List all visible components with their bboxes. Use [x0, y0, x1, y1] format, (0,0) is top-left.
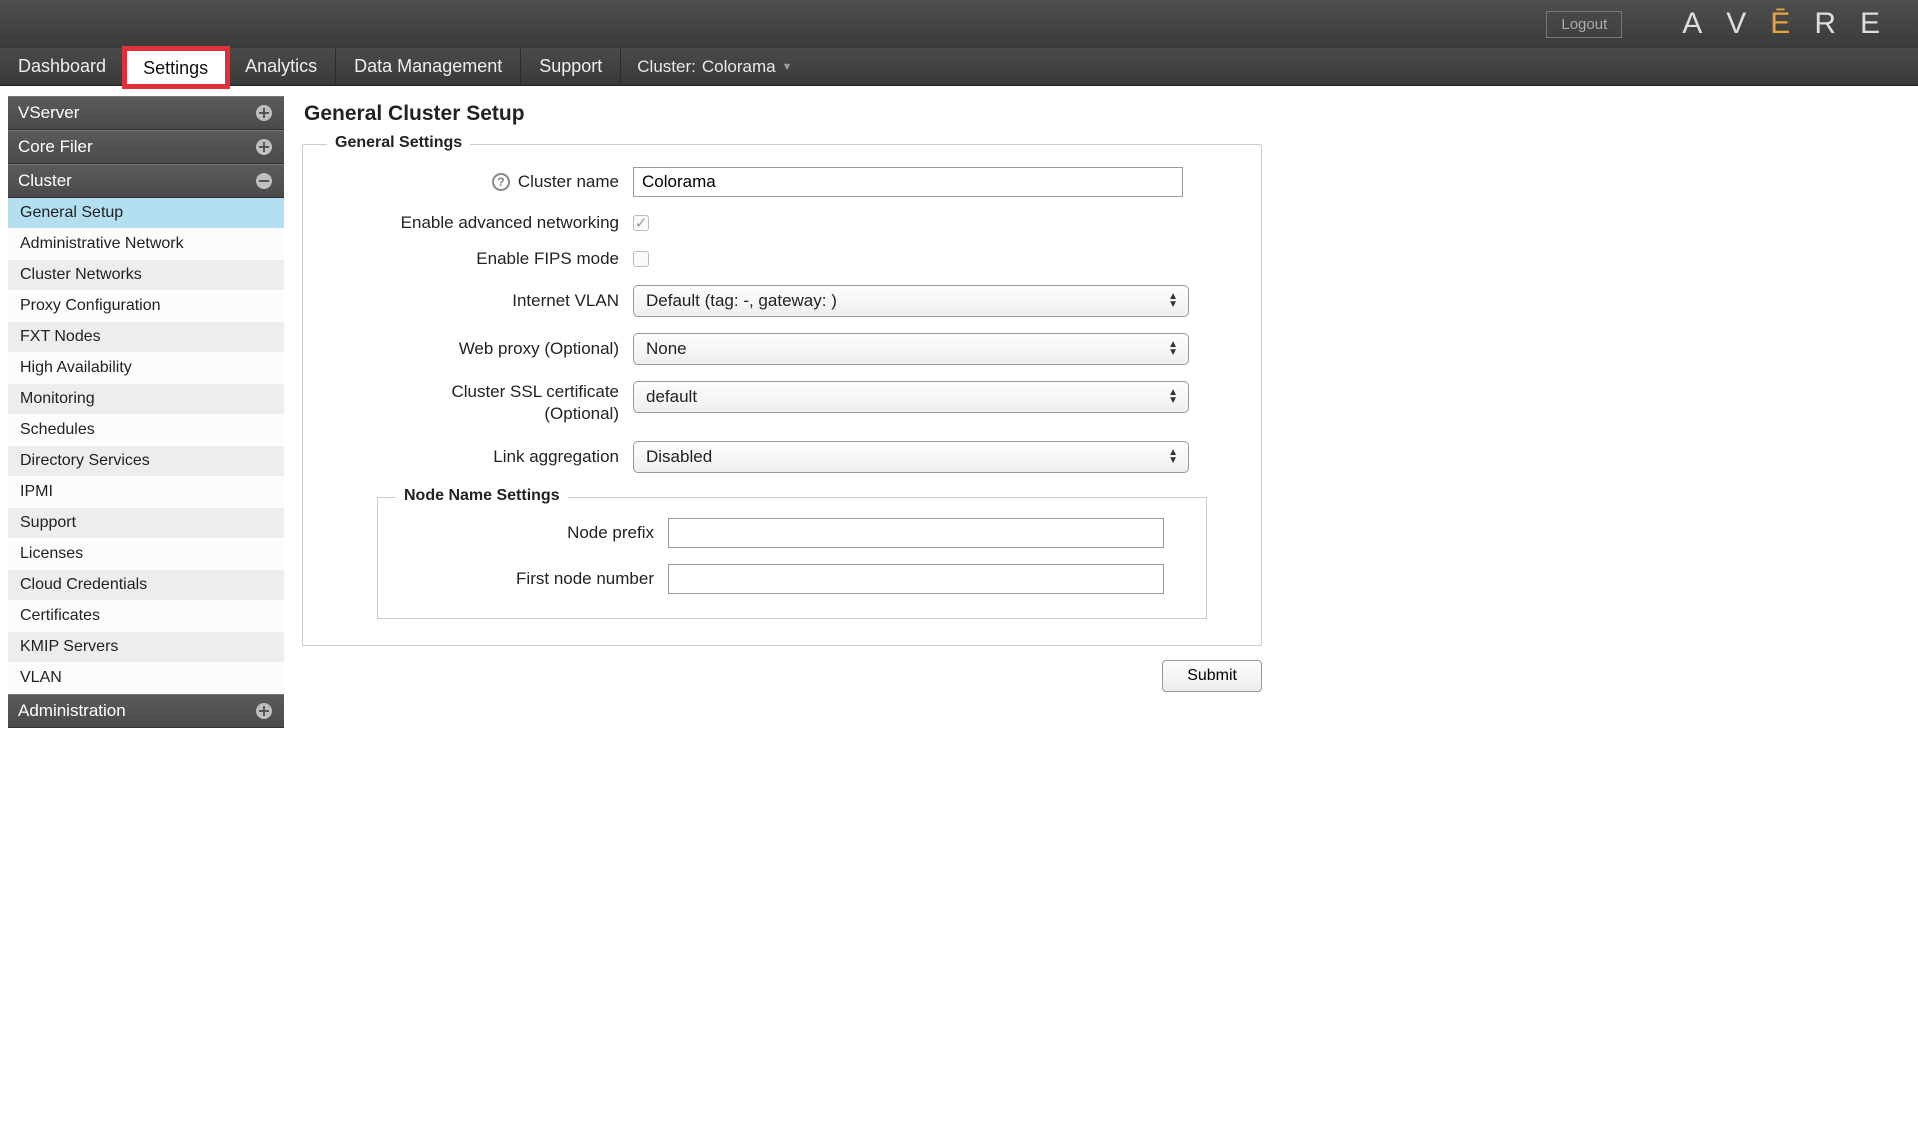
general-settings-fieldset: General Settings ? Cluster name Enable a… [302, 144, 1262, 646]
topbar: Logout AVĒRE [0, 0, 1918, 48]
sidebar-section-label: Core Filer [18, 137, 93, 157]
tab-data-management[interactable]: Data Management [336, 48, 521, 85]
minus-icon [254, 171, 274, 191]
label-first-node-number: First node number [516, 569, 654, 589]
submit-button[interactable]: Submit [1162, 660, 1262, 692]
node-name-settings-fieldset: Node Name Settings Node prefix First nod… [377, 497, 1207, 619]
sidebar-section-label: VServer [18, 103, 79, 123]
sidebar-item-certificates[interactable]: Certificates [8, 601, 284, 632]
sidebar-item-licenses[interactable]: Licenses [8, 539, 284, 570]
sidebar-item-proxy-configuration[interactable]: Proxy Configuration [8, 291, 284, 322]
label-cluster-name: Cluster name [518, 172, 619, 192]
select-arrows-icon: ▲▼ [1168, 341, 1178, 357]
sidebar-item-fxt-nodes[interactable]: FXT Nodes [8, 322, 284, 353]
select-value: default [646, 387, 697, 407]
tab-analytics[interactable]: Analytics [227, 48, 336, 85]
adv-networking-checkbox[interactable]: ✓ [633, 215, 649, 231]
label-adv-networking: Enable advanced networking [401, 213, 619, 233]
label-web-proxy: Web proxy (Optional) [459, 339, 619, 359]
sidebar-item-cloud-credentials[interactable]: Cloud Credentials [8, 570, 284, 601]
select-value: Disabled [646, 447, 712, 467]
sidebar-section-label: Cluster [18, 171, 72, 191]
first-node-number-input[interactable] [668, 564, 1164, 594]
sidebar-item-directory-services[interactable]: Directory Services [8, 446, 284, 477]
tab-dashboard[interactable]: Dashboard [0, 48, 125, 85]
fieldset-legend: General Settings [327, 134, 470, 152]
fips-checkbox[interactable] [633, 251, 649, 267]
label-node-prefix: Node prefix [567, 523, 654, 543]
chevron-down-icon: ▼ [782, 61, 793, 73]
sidebar-item-monitoring[interactable]: Monitoring [8, 384, 284, 415]
ssl-cert-select[interactable]: default ▲▼ [633, 381, 1189, 413]
sidebar-item-cluster-networks[interactable]: Cluster Networks [8, 260, 284, 291]
plus-icon [254, 701, 274, 721]
content: General Cluster Setup General Settings ?… [284, 96, 1910, 692]
sidebar-item-general-setup[interactable]: General Setup [8, 198, 284, 229]
select-arrows-icon: ▲▼ [1168, 449, 1178, 465]
web-proxy-select[interactable]: None ▲▼ [633, 333, 1189, 365]
sidebar-section-core-filer[interactable]: Core Filer [8, 130, 284, 164]
logout-button[interactable]: Logout [1546, 11, 1622, 38]
help-icon[interactable]: ? [492, 173, 510, 191]
sidebar-item-kmip-servers[interactable]: KMIP Servers [8, 632, 284, 663]
select-arrows-icon: ▲▼ [1168, 389, 1178, 405]
sidebar-item-schedules[interactable]: Schedules [8, 415, 284, 446]
label-fips: Enable FIPS mode [476, 249, 619, 269]
sidebar-section-administration[interactable]: Administration [8, 694, 284, 728]
tab-support[interactable]: Support [521, 48, 621, 85]
sidebar-section-cluster[interactable]: Cluster [8, 164, 284, 198]
cluster-name-input[interactable] [633, 167, 1183, 197]
internet-vlan-select[interactable]: Default (tag: -, gateway: ) ▲▼ [633, 285, 1189, 317]
label-link-agg: Link aggregation [493, 447, 619, 467]
sidebar-section-label: Administration [18, 701, 126, 721]
plus-icon [254, 137, 274, 157]
cluster-name: Colorama [702, 57, 776, 77]
select-arrows-icon: ▲▼ [1168, 293, 1178, 309]
fieldset-legend: Node Name Settings [396, 487, 568, 505]
cluster-dropdown[interactable]: Cluster: Colorama ▼ [637, 48, 792, 85]
tabbar: Dashboard Settings Analytics Data Manage… [0, 48, 1918, 86]
sidebar-item-support[interactable]: Support [8, 508, 284, 539]
plus-icon [254, 103, 274, 123]
label-ssl-cert: Cluster SSL certificate(Optional) [451, 381, 619, 425]
sidebar-section-vserver[interactable]: VServer [8, 96, 284, 130]
sidebar-item-vlan[interactable]: VLAN [8, 663, 284, 694]
select-value: Default (tag: -, gateway: ) [646, 291, 837, 311]
node-prefix-input[interactable] [668, 518, 1164, 548]
select-value: None [646, 339, 687, 359]
sidebar-item-high-availability[interactable]: High Availability [8, 353, 284, 384]
brand-logo: AVĒRE [1682, 7, 1898, 41]
tab-settings[interactable]: Settings [125, 49, 227, 86]
sidebar: VServer Core Filer Cluster General Setup… [8, 96, 284, 728]
sidebar-item-ipmi[interactable]: IPMI [8, 477, 284, 508]
cluster-prefix: Cluster: [637, 57, 696, 77]
sidebar-items-cluster: General Setup Administrative Network Clu… [8, 198, 284, 694]
label-internet-vlan: Internet VLAN [512, 291, 619, 311]
sidebar-item-administrative-network[interactable]: Administrative Network [8, 229, 284, 260]
link-aggregation-select[interactable]: Disabled ▲▼ [633, 441, 1189, 473]
page-title: General Cluster Setup [304, 102, 1892, 126]
